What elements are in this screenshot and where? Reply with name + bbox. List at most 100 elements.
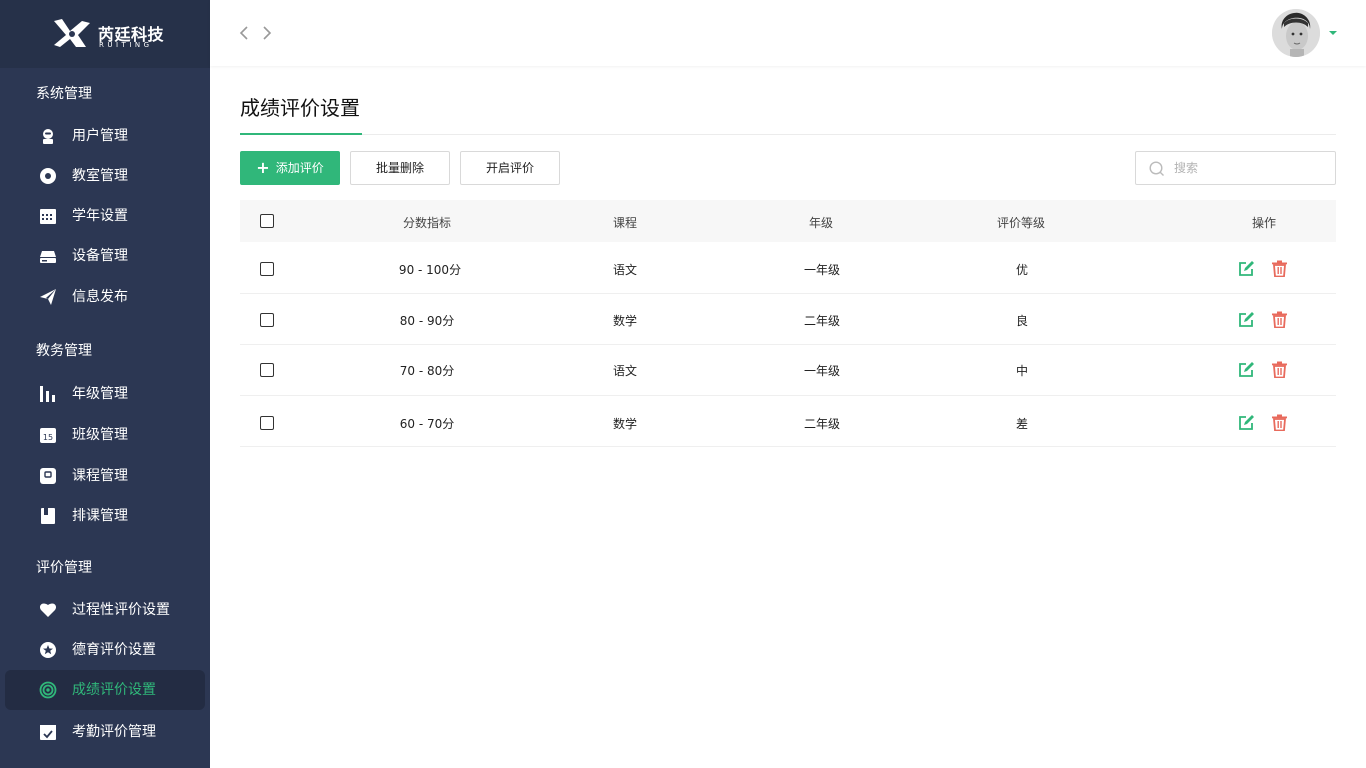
location-pin-icon <box>40 168 56 184</box>
cell-grade: 二年级 <box>803 417 841 431</box>
sidebar-item-label: 成绩评价设置 <box>72 682 156 698</box>
cell-level: 优 <box>1015 263 1029 277</box>
batch-delete-button[interactable]: 批量删除 <box>350 151 450 185</box>
sidebar-item-schedule-management[interactable]: 排课管理 <box>5 496 205 536</box>
row-checkbox[interactable] <box>260 262 274 276</box>
row-checkbox[interactable] <box>260 363 274 377</box>
group-title-system: 系统管理 <box>36 86 92 102</box>
search-icon <box>1149 161 1164 176</box>
row-checkbox[interactable] <box>260 313 274 327</box>
sidebar-item-user-management[interactable]: 用户管理 <box>5 116 205 156</box>
cell-course: 语文 <box>612 364 638 378</box>
paper-plane-icon <box>40 289 56 305</box>
cell-grade: 一年级 <box>803 263 841 277</box>
delete-icon[interactable] <box>1271 361 1288 378</box>
edit-icon[interactable] <box>1238 361 1255 378</box>
plus-icon: + <box>256 158 270 177</box>
sidebar-item-label: 学年设置 <box>72 208 128 224</box>
cell-score: 80 - 90分 <box>399 314 455 328</box>
delete-icon[interactable] <box>1271 414 1288 431</box>
cell-course: 数学 <box>612 314 638 328</box>
delete-icon[interactable] <box>1271 260 1288 277</box>
book-icon <box>41 508 55 524</box>
sidebar-item-classroom-management[interactable]: 教室管理 <box>5 156 205 196</box>
sidebar: 芮廷科技 RUITING 系统管理 用户管理 教室管理 学年设置 设备管理 信息… <box>0 0 210 768</box>
column-header-score: 分数指标 <box>402 216 452 230</box>
sidebar-item-label: 德育评价设置 <box>72 642 156 658</box>
sidebar-item-grade-management[interactable]: 年级管理 <box>5 374 205 414</box>
sidebar-item-label: 用户管理 <box>72 128 128 144</box>
table-row: 90 - 100分 语文 一年级 优 <box>240 243 1336 294</box>
avatar-image <box>1272 9 1320 57</box>
cell-score: 70 - 80分 <box>399 364 455 378</box>
search-input[interactable] <box>1174 158 1324 178</box>
heart-icon <box>39 603 57 617</box>
calendar-15-icon: 15 <box>40 428 56 443</box>
column-header-actions: 操作 <box>1251 216 1277 230</box>
table-header: 分数指标 课程 年级 评价等级 操作 <box>240 200 1336 242</box>
cell-score: 60 - 70分 <box>399 417 455 431</box>
avatar[interactable] <box>1272 9 1320 57</box>
sidebar-item-label: 考勤评价管理 <box>72 724 156 740</box>
cell-level: 良 <box>1015 314 1029 328</box>
caret-down-icon[interactable] <box>1328 30 1338 36</box>
sidebar-item-label: 排课管理 <box>72 508 128 524</box>
chevron-right-icon[interactable] <box>260 25 274 41</box>
column-header-grade: 年级 <box>808 216 834 230</box>
cell-level: 差 <box>1015 417 1029 431</box>
course-icon <box>40 468 56 484</box>
sidebar-item-attendance-evaluation[interactable]: 考勤评价管理 <box>5 712 205 752</box>
add-evaluation-button[interactable]: + 添加评价 <box>240 151 340 185</box>
brand-subtitle: RUITING <box>99 41 153 49</box>
select-all-checkbox[interactable] <box>260 214 274 228</box>
edit-icon[interactable] <box>1238 311 1255 328</box>
star-badge-icon <box>40 642 56 658</box>
title-divider <box>240 134 1336 135</box>
sidebar-item-course-management[interactable]: 课程管理 <box>5 456 205 496</box>
device-icon <box>40 251 56 263</box>
enable-evaluation-button[interactable]: 开启评价 <box>460 151 560 185</box>
sidebar-item-label: 班级管理 <box>72 427 128 443</box>
column-header-course: 课程 <box>612 216 638 230</box>
sidebar-item-device-management[interactable]: 设备管理 <box>5 236 205 276</box>
cell-level: 中 <box>1015 364 1029 378</box>
sidebar-item-score-evaluation[interactable]: 成绩评价设置 <box>5 670 205 710</box>
cell-course: 语文 <box>612 263 638 277</box>
sidebar-item-moral-evaluation[interactable]: 德育评价设置 <box>5 630 205 670</box>
column-header-level: 评价等级 <box>996 216 1046 230</box>
cell-course: 数学 <box>612 417 638 431</box>
bar-chart-icon <box>40 386 55 402</box>
cell-grade: 二年级 <box>803 314 841 328</box>
sidebar-item-label: 设备管理 <box>72 248 128 264</box>
logo-bar: 芮廷科技 RUITING <box>0 0 210 68</box>
chevron-left-icon[interactable] <box>237 25 251 41</box>
user-icon <box>43 129 53 144</box>
sidebar-item-info-publish[interactable]: 信息发布 <box>5 277 205 317</box>
edit-icon[interactable] <box>1238 414 1255 431</box>
row-checkbox[interactable] <box>260 416 274 430</box>
title-active-underline <box>240 133 362 135</box>
logo-mark-icon <box>54 19 90 47</box>
calendar-check-icon <box>40 725 56 740</box>
cell-grade: 一年级 <box>803 364 841 378</box>
search-box <box>1135 151 1336 185</box>
calendar-icon <box>40 209 56 224</box>
sidebar-item-process-evaluation[interactable]: 过程性评价设置 <box>5 590 205 630</box>
edit-icon[interactable] <box>1238 260 1255 277</box>
page-title: 成绩评价设置 <box>240 96 360 120</box>
group-title-evaluation: 评价管理 <box>36 560 92 576</box>
delete-icon[interactable] <box>1271 311 1288 328</box>
sidebar-item-label: 年级管理 <box>72 386 128 402</box>
table-row: 80 - 90分 数学 二年级 良 <box>240 294 1336 345</box>
sidebar-item-class-management[interactable]: 15 班级管理 <box>5 415 205 455</box>
cell-score: 90 - 100分 <box>398 263 462 277</box>
sidebar-item-label: 教室管理 <box>72 168 128 184</box>
add-evaluation-label: 添加评价 <box>275 161 324 175</box>
sidebar-item-label: 信息发布 <box>72 289 128 305</box>
sidebar-item-school-year[interactable]: 学年设置 <box>5 196 205 236</box>
logo: 芮廷科技 RUITING <box>52 17 164 51</box>
table-row: 60 - 70分 数学 二年级 差 <box>240 396 1336 447</box>
top-bar <box>210 0 1366 66</box>
sidebar-item-label: 课程管理 <box>72 468 128 484</box>
target-icon <box>39 681 57 699</box>
